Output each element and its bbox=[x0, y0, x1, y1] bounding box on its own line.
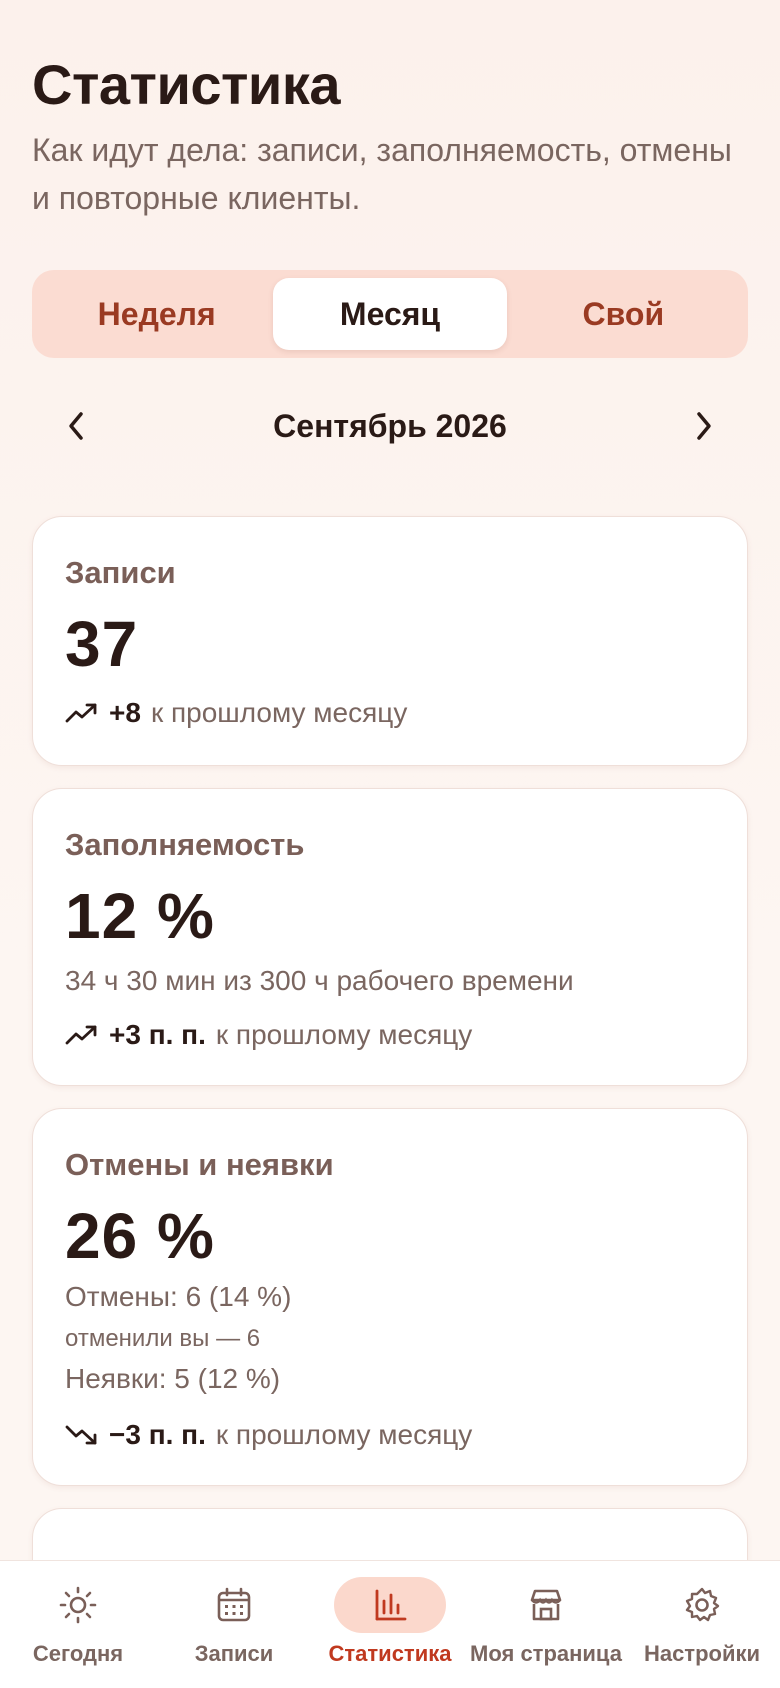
bottom-tab-bar: Сегодня Записи Статистика Моя страница Н… bbox=[0, 1560, 780, 1688]
occupancy-card: Заполняемость 12 % 34 ч 30 мин из 300 ч … bbox=[32, 788, 748, 1086]
tab-settings[interactable]: Настройки bbox=[624, 1577, 780, 1667]
tab-bookings[interactable]: Записи bbox=[156, 1577, 312, 1667]
trending-down-icon bbox=[65, 1423, 99, 1447]
bookings-card: Записи 37 +8 к прошлому месяцу bbox=[32, 516, 748, 766]
card-value: 26 % bbox=[65, 1200, 215, 1272]
sun-icon bbox=[59, 1586, 97, 1624]
card-value: 37 bbox=[65, 608, 139, 680]
card-value: 12 % bbox=[65, 880, 215, 952]
tab-label: Настройки bbox=[643, 1641, 761, 1666]
card-label: Отмены и неявки bbox=[65, 1147, 334, 1182]
trend-delta: +8 bbox=[109, 697, 141, 728]
tab-my-page[interactable]: Моя страница bbox=[468, 1577, 624, 1667]
period-segmented-control: Неделя Месяц Свой bbox=[32, 270, 748, 358]
card-label: Записи bbox=[65, 555, 176, 590]
noshows-line: Неявки: 5 (12 %) bbox=[65, 1363, 281, 1394]
chevron-right-icon bbox=[697, 412, 711, 440]
next-period-button[interactable] bbox=[660, 396, 748, 456]
trend-text: к прошлому месяцу bbox=[215, 1419, 473, 1450]
trend-delta: +3 п. п. bbox=[109, 1019, 206, 1050]
occupancy-detail: 34 ч 30 мин из 300 ч рабочего времени bbox=[65, 965, 574, 996]
tab-label: Записи bbox=[194, 1641, 274, 1666]
tab-label: Моя страница bbox=[470, 1641, 622, 1666]
gear-icon bbox=[685, 1587, 720, 1622]
bar-chart-icon bbox=[375, 1589, 407, 1621]
card-label: Заполняемость bbox=[65, 827, 305, 862]
cancellations-line: Отмены: 6 (14 %) bbox=[65, 1281, 292, 1312]
cancelled-by-you-line: отменили вы — 6 bbox=[65, 1325, 261, 1352]
tab-label: Статистика bbox=[328, 1641, 452, 1666]
page-subtitle: Как идут дела: записи, заполняемость, от… bbox=[32, 132, 732, 216]
trend-row: −3 п. п. к прошлому месяцу bbox=[65, 1419, 472, 1451]
tab-statistics[interactable]: Статистика bbox=[312, 1577, 468, 1667]
period-tab-month[interactable]: Месяц bbox=[273, 278, 507, 350]
period-label: Сентябрь 2026 bbox=[273, 407, 507, 444]
previous-period-button[interactable] bbox=[32, 396, 120, 456]
trend-delta: −3 п. п. bbox=[109, 1419, 206, 1450]
page-title: Статистика bbox=[32, 53, 341, 116]
trend-row: +8 к прошлому месяцу bbox=[65, 697, 407, 729]
store-icon bbox=[530, 1589, 562, 1621]
period-navigator: Сентябрь 2026 bbox=[32, 396, 748, 456]
period-tab-week[interactable]: Неделя bbox=[40, 278, 273, 350]
period-tab-custom[interactable]: Свой bbox=[507, 278, 740, 350]
trend-row: +3 п. п. к прошлому месяцу bbox=[65, 1019, 472, 1051]
tab-today[interactable]: Сегодня bbox=[0, 1577, 156, 1667]
trend-text: к прошлому месяцу bbox=[150, 697, 408, 728]
trend-text: к прошлому месяцу bbox=[215, 1019, 473, 1050]
tab-label: Сегодня bbox=[32, 1641, 124, 1666]
chevron-left-icon bbox=[69, 412, 83, 440]
trending-up-icon bbox=[65, 1023, 99, 1047]
statistics-screen: Статистика Как идут дела: записи, заполн… bbox=[0, 0, 780, 1688]
calendar-icon bbox=[217, 1587, 251, 1622]
cancellations-card: Отмены и неявки 26 % Отмены: 6 (14 %) от… bbox=[32, 1108, 748, 1486]
trending-up-icon bbox=[65, 701, 99, 725]
